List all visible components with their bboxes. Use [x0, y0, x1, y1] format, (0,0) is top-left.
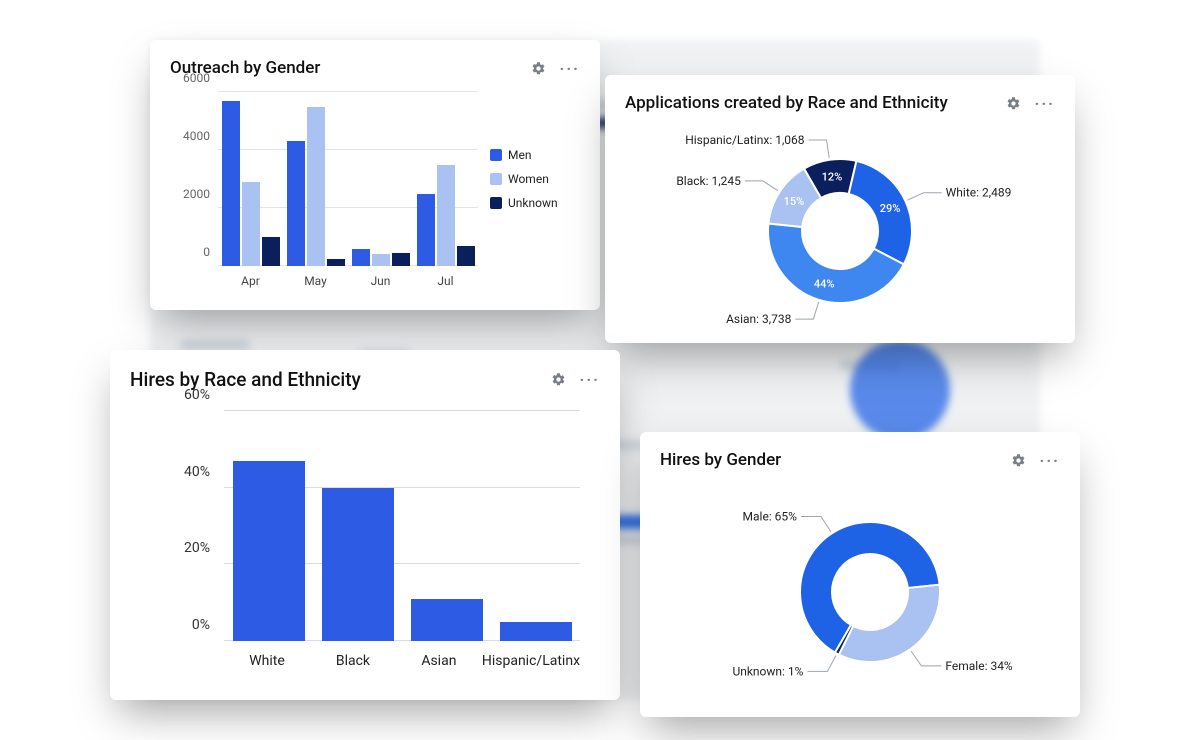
legend-label: Unknown: [508, 196, 558, 210]
card-header: Applications created by Race and Ethnici…: [625, 93, 1055, 113]
bar-group: [413, 92, 478, 266]
card-title: Hires by Gender: [660, 450, 781, 470]
more-icon[interactable]: ···: [1035, 94, 1055, 113]
slice-pct-label: 44%: [814, 278, 835, 291]
bars: [218, 92, 478, 266]
bar: [417, 194, 435, 267]
donut-svg: 12% 29% 44% 15% Hispanic/Latinx: 1,068 White…: [625, 123, 1055, 333]
slice-pct-label: 12%: [822, 171, 843, 184]
slice-label: Female: 34%: [945, 659, 1013, 673]
bar: [233, 461, 305, 641]
x-tick-label: Jun: [348, 274, 413, 288]
swatch-icon: [490, 173, 502, 185]
card-actions: ···: [1011, 451, 1060, 470]
leader-line: [745, 181, 778, 191]
bar-group: [218, 92, 283, 266]
slice-label: Black: 1,245: [676, 174, 741, 188]
slice-label: Asian: 3,738: [726, 312, 792, 326]
gear-icon[interactable]: [551, 372, 566, 387]
leader-line: [795, 302, 818, 319]
legend-item-unknown: Unknown: [490, 196, 580, 210]
bar: [392, 253, 410, 266]
leader-line: [809, 140, 830, 158]
card-actions: ···: [531, 59, 580, 78]
leader-line: [807, 655, 836, 671]
gear-icon[interactable]: [1006, 96, 1021, 111]
card-hires-by-gender: Hires by Gender ··· Male: 65% Female: 34%…: [640, 432, 1080, 717]
donut-svg: Male: 65% Female: 34% Unknown: 1%: [660, 480, 1060, 700]
x-tick-label: Black: [310, 653, 396, 669]
slice-pct-label: 29%: [880, 202, 901, 215]
x-tick-label: May: [283, 274, 348, 288]
more-icon[interactable]: ···: [560, 59, 580, 78]
dashboard-stage: Outreach by Gender ··· 0200040006000 Apr…: [0, 0, 1200, 740]
donut-slice: [839, 585, 940, 662]
x-tick-label: Apr: [218, 274, 283, 288]
leader-line: [911, 651, 941, 666]
x-tick-label: Jul: [413, 274, 478, 288]
bar-col: [313, 411, 402, 641]
card-title: Hires by Race and Ethnicity: [130, 368, 361, 391]
swatch-icon: [490, 149, 502, 161]
card-header: Hires by Gender ···: [660, 450, 1060, 470]
slice-label: Hispanic/Latinx: 1,068: [685, 133, 805, 147]
bar: [222, 101, 240, 266]
slice-label: Male: 65%: [743, 510, 798, 524]
more-icon[interactable]: ···: [1040, 451, 1060, 470]
bar: [352, 249, 370, 266]
bar-col: [491, 411, 580, 641]
bar-col: [402, 411, 491, 641]
bar: [500, 622, 572, 641]
card-applications-by-race: Applications created by Race and Ethnici…: [605, 75, 1075, 343]
bars: [224, 411, 580, 641]
legend-label: Women: [508, 172, 549, 186]
leader-line: [801, 517, 831, 532]
leader-line: [907, 193, 941, 200]
slice-label: White: 2,489: [946, 186, 1012, 200]
legend-item-men: Men: [490, 148, 580, 162]
hires-gender-donut: Male: 65% Female: 34% Unknown: 1%: [660, 480, 1060, 700]
hires-race-chart: 0%20%40%60% WhiteBlackAsianHispanic/Lati…: [130, 401, 600, 671]
card-header: Outreach by Gender ···: [170, 58, 580, 78]
card-outreach-by-gender: Outreach by Gender ··· 0200040006000 Apr…: [150, 40, 600, 310]
gear-icon[interactable]: [1011, 453, 1026, 468]
bar-col: [224, 411, 313, 641]
bar: [322, 488, 394, 641]
bar: [457, 246, 475, 266]
x-axis-labels: AprMayJunJul: [218, 274, 478, 288]
bar: [287, 141, 305, 266]
card-actions: ···: [551, 370, 600, 389]
bar: [437, 165, 455, 267]
bar: [327, 259, 345, 266]
card-actions: ···: [1006, 94, 1055, 113]
bar: [307, 107, 325, 267]
legend: Men Women Unknown: [490, 88, 580, 288]
slice-pct-label: 15%: [784, 195, 805, 208]
card-title: Applications created by Race and Ethnici…: [625, 93, 948, 113]
swatch-icon: [490, 197, 502, 209]
bar: [372, 254, 390, 266]
more-icon[interactable]: ···: [580, 370, 600, 389]
x-tick-label: Asian: [396, 653, 482, 669]
y-axis: 0200040006000: [176, 92, 216, 266]
legend-label: Men: [508, 148, 531, 162]
x-tick-label: White: [224, 653, 310, 669]
x-tick-label: Hispanic/Latinx: [482, 653, 580, 669]
bar-plot-area: 0200040006000 AprMayJunJul: [176, 88, 478, 288]
bar: [411, 599, 483, 641]
bar: [242, 182, 260, 266]
legend-item-women: Women: [490, 172, 580, 186]
y-axis: 0%20%40%60%: [170, 411, 220, 641]
card-hires-by-race: Hires by Race and Ethnicity ··· 0%20%40%…: [110, 350, 620, 700]
gear-icon[interactable]: [531, 61, 546, 76]
slice-label: Unknown: 1%: [732, 664, 803, 678]
x-axis-labels: WhiteBlackAsianHispanic/Latinx: [224, 653, 580, 669]
outreach-chart: 0200040006000 AprMayJunJul Men Women Unk…: [170, 88, 580, 288]
bar: [262, 237, 280, 266]
bar-group: [283, 92, 348, 266]
bar-group: [348, 92, 413, 266]
applications-donut: 12% 29% 44% 15% Hispanic/Latinx: 1,068 White…: [625, 123, 1055, 333]
